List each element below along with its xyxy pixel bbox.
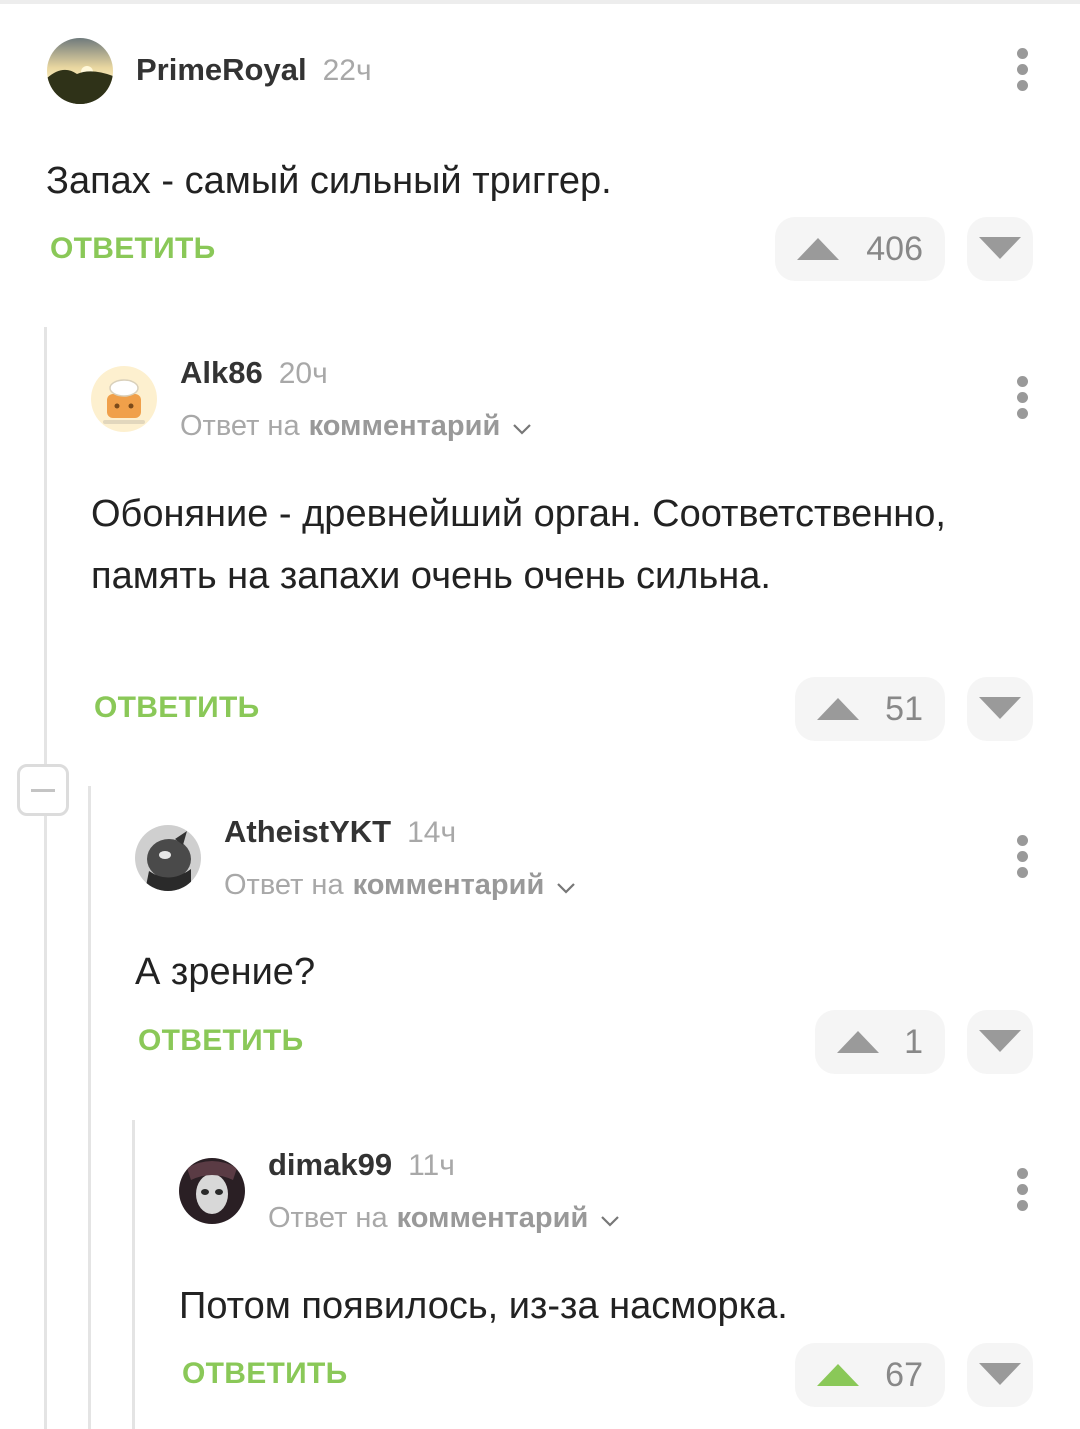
- avatar-mask-image: [179, 1158, 245, 1224]
- timestamp: 20ч: [278, 357, 328, 390]
- downvote-arrow-icon: [979, 1030, 1021, 1052]
- downvote-button[interactable]: [967, 1343, 1033, 1407]
- comment-text: Обоняние - древнейший орган. Соответстве…: [91, 493, 946, 597]
- chevron-down-icon[interactable]: [512, 410, 532, 443]
- comment-text: А зрение?: [135, 951, 316, 993]
- reply-to-prefix: Ответ на: [180, 410, 300, 442]
- upvote-arrow-icon: [817, 698, 859, 720]
- thread-line-level-1[interactable]: [44, 327, 47, 1429]
- reply-button[interactable]: ОТВЕТИТЬ: [50, 232, 216, 266]
- more-vertical-icon[interactable]: [1010, 1168, 1034, 1214]
- reply-to-target[interactable]: комментарий: [309, 410, 501, 443]
- thread-line-level-2[interactable]: [88, 786, 91, 1429]
- avatar[interactable]: [47, 38, 113, 104]
- more-vertical-icon[interactable]: [1010, 48, 1034, 94]
- reply-to-prefix: Ответ на: [268, 1202, 388, 1234]
- comment-text: Запах - самый сильный триггер.: [46, 160, 612, 202]
- avatar[interactable]: [91, 366, 157, 432]
- comment-header: Alk86 20ч: [180, 355, 328, 395]
- upvote-button[interactable]: 51: [795, 677, 945, 741]
- vote-score: 67: [885, 1355, 923, 1394]
- reply-to-link[interactable]: Ответ на комментарий: [224, 869, 576, 902]
- reply-button[interactable]: ОТВЕТИТЬ: [138, 1024, 304, 1058]
- upvote-arrow-icon: [837, 1031, 879, 1053]
- upvote-button[interactable]: 406: [775, 217, 945, 281]
- upvote-arrow-icon: [797, 238, 839, 260]
- downvote-button[interactable]: [967, 217, 1033, 281]
- timestamp: 14ч: [407, 816, 457, 849]
- avatar[interactable]: [179, 1158, 245, 1224]
- vote-score: 51: [885, 689, 923, 728]
- thread-line-level-3[interactable]: [132, 1120, 135, 1429]
- chevron-down-icon[interactable]: [556, 869, 576, 902]
- comment-header: AtheistYKT 14ч: [224, 814, 456, 854]
- upvote-arrow-icon: [817, 1364, 859, 1386]
- reply-button[interactable]: ОТВЕТИТЬ: [182, 1357, 348, 1391]
- comment-header: dimak99 11ч: [268, 1147, 455, 1187]
- avatar[interactable]: [135, 825, 201, 891]
- downvote-button[interactable]: [967, 1010, 1033, 1074]
- username[interactable]: AtheistYKT: [224, 814, 391, 850]
- reply-to-target[interactable]: комментарий: [353, 869, 545, 902]
- downvote-arrow-icon: [979, 1363, 1021, 1385]
- timestamp: 22ч: [322, 54, 372, 87]
- vote-score: 406: [866, 229, 923, 268]
- chevron-down-icon[interactable]: [600, 1202, 620, 1235]
- vote-score: 1: [904, 1022, 923, 1061]
- more-vertical-icon[interactable]: [1010, 835, 1034, 881]
- username[interactable]: Alk86: [180, 355, 263, 391]
- top-divider: [0, 0, 1080, 4]
- collapse-thread-button[interactable]: [17, 764, 69, 816]
- reply-to-prefix: Ответ на: [224, 869, 344, 901]
- avatar-sunset-image: [47, 38, 113, 104]
- upvote-button[interactable]: 67: [795, 1343, 945, 1407]
- comment-header: PrimeRoyal 22ч: [136, 52, 372, 92]
- more-vertical-icon[interactable]: [1010, 376, 1034, 422]
- reply-button[interactable]: ОТВЕТИТЬ: [94, 691, 260, 725]
- username[interactable]: PrimeRoyal: [136, 52, 307, 88]
- reply-to-link[interactable]: Ответ на комментарий: [180, 410, 532, 443]
- downvote-arrow-icon: [979, 697, 1021, 719]
- downvote-button[interactable]: [967, 677, 1033, 741]
- comment-text: Потом появилось, из-за насморка.: [179, 1285, 788, 1327]
- avatar-creature-image: [135, 825, 201, 891]
- reply-to-link[interactable]: Ответ на комментарий: [268, 1202, 620, 1235]
- timestamp: 11ч: [408, 1149, 455, 1182]
- avatar-cartoon-image: [91, 366, 157, 432]
- reply-to-target[interactable]: комментарий: [397, 1202, 589, 1235]
- upvote-button[interactable]: 1: [815, 1010, 945, 1074]
- username[interactable]: dimak99: [268, 1147, 392, 1183]
- downvote-arrow-icon: [979, 237, 1021, 259]
